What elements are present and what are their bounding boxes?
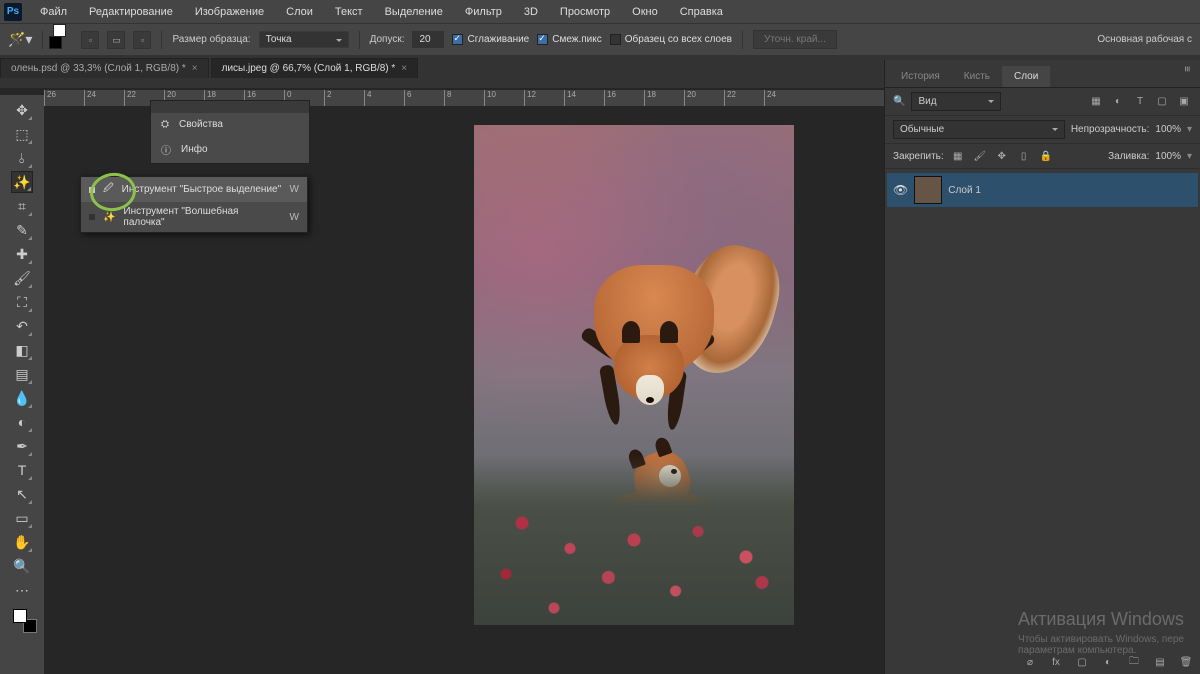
menu-window[interactable]: Окно [622,3,668,21]
healing-tool[interactable]: ✚ [11,243,33,265]
blend-mode-select[interactable]: Обычные [893,120,1065,139]
sample-size-select[interactable]: Точка [259,31,349,48]
filter-smart-icon[interactable]: ▣ [1176,94,1192,110]
close-icon[interactable]: × [192,63,198,74]
filter-pixel-icon[interactable]: ▦ [1088,94,1104,110]
eyedropper-tool[interactable]: ✎ [11,219,33,241]
document-canvas[interactable] [474,125,794,625]
lasso-tool[interactable]: ⫰ [11,147,33,169]
layer-thumbnail[interactable] [914,176,942,204]
doc-tab-1[interactable]: олень.psd @ 33,3% (Слой 1, RGB/8) *× [0,58,209,78]
doc-tab-2[interactable]: лисы.jpeg @ 66,7% (Слой 1, RGB/8) *× [211,58,419,78]
menu-3d[interactable]: 3D [514,3,548,21]
right-panels: История Кисть Слои ≡ 🔍 Вид ▦ ◐ T ▢ ▣ Обы… [884,60,1200,674]
menubar: Ps Файл Редактирование Изображение Слои … [0,0,1200,23]
adjustment-layer-icon[interactable]: ◐ [1100,654,1116,670]
lock-artboard-icon[interactable]: ▯ [1016,148,1032,164]
panel-tab-layers[interactable]: Слои [1002,66,1050,87]
stamp-tool[interactable]: ⛶ [11,291,33,313]
sample-size-label: Размер образца: [172,34,250,45]
toolbox: ✥ ⬚ ⫰ ✨ ⌗ ✎ ✚ 🖌 ⛶ ↶ ◧ ▤ 💧 ◐ ✒ T ↖ ▭ ✋ 🔍 … [0,95,44,674]
menu-file[interactable]: Файл [30,3,77,21]
menu-filter[interactable]: Фильтр [455,3,512,21]
close-icon[interactable]: × [401,63,407,74]
layer-row[interactable]: 👁 Слой 1 [887,173,1198,207]
fill-value[interactable]: 100% [1155,151,1181,162]
filter-type-icon[interactable]: T [1132,94,1148,110]
path-select-tool[interactable]: ↖ [11,483,33,505]
shape-tool[interactable]: ▭ [11,507,33,529]
marquee-tool[interactable]: ⬚ [11,123,33,145]
workspace-label[interactable]: Основная рабочая с [1097,34,1192,45]
lock-label: Закрепить: [893,151,944,162]
new-layer-icon[interactable]: ▤ [1152,654,1168,670]
option-btn-1[interactable]: ▫ [81,31,99,49]
brush-tool[interactable]: 🖌 [11,267,33,289]
dodge-tool[interactable]: ◐ [11,411,33,433]
magic-wand-tool[interactable]: ✨ [11,171,33,193]
menu-edit[interactable]: Редактирование [79,3,183,21]
options-bar: 🪄▾ ▫ ▭ ▫ Размер образца: Точка Допуск: 2… [0,23,1200,55]
blur-tool[interactable]: 💧 [11,387,33,409]
lock-pixels-icon[interactable]: 🖌 [972,148,988,164]
lock-transparency-icon[interactable]: ▦ [950,148,966,164]
crop-tool[interactable]: ⌗ [11,195,33,217]
filter-shape-icon[interactable]: ▢ [1154,94,1170,110]
history-brush-tool[interactable]: ↶ [11,315,33,337]
info-icon: ⓘ [161,142,171,157]
contiguous-checkbox[interactable]: Смеж.пикс [537,34,602,45]
magic-wand-icon: ✨ [103,212,115,223]
option-btn-2[interactable]: ▭ [107,31,125,49]
hand-tool[interactable]: ✋ [11,531,33,553]
tolerance-label: Допуск: [370,34,405,45]
move-tool[interactable]: ✥ [11,99,33,121]
properties-icon: ⛭ [161,119,169,130]
lock-all-icon[interactable]: 🔒 [1038,148,1054,164]
info-tab[interactable]: ⓘИнфо [151,136,309,163]
menu-layers[interactable]: Слои [276,3,323,21]
filter-adjust-icon[interactable]: ◐ [1110,94,1126,110]
sample-all-layers-checkbox[interactable]: Образец со всех слоев [610,34,732,45]
refine-edge-button[interactable]: Уточн. край... [753,30,837,49]
layer-group-icon[interactable]: 🗀 [1126,654,1142,670]
panel-tab-brush[interactable]: Кисть [952,66,1002,87]
menu-help[interactable]: Справка [670,3,733,21]
menu-view[interactable]: Просмотр [550,3,620,21]
visibility-icon[interactable]: 👁 [893,183,908,197]
type-tool[interactable]: T [11,459,33,481]
option-btn-3[interactable]: ▫ [133,31,151,49]
fill-label: Заливка: [1108,151,1149,162]
app-logo: Ps [4,3,22,21]
opacity-label: Непрозрачность: [1071,124,1150,135]
color-swatches[interactable] [13,609,31,627]
gradient-tool[interactable]: ▤ [11,363,33,385]
anti-alias-checkbox[interactable]: Сглаживание [452,34,529,45]
menu-select[interactable]: Выделение [375,3,453,21]
layer-mask-icon[interactable]: ▢ [1074,654,1090,670]
tool-preset-icon[interactable]: 🪄▾ [8,31,32,48]
menu-image[interactable]: Изображение [185,3,274,21]
zoom-tool[interactable]: 🔍 [11,555,33,577]
panel-tab-history[interactable]: История [889,66,952,87]
tolerance-input[interactable]: 20 [412,31,444,48]
layer-filter-select[interactable]: Вид [911,92,1001,111]
properties-tab[interactable]: ⛭Свойства [151,113,309,136]
menu-text[interactable]: Текст [325,3,373,21]
edit-toolbar[interactable]: ⋯ [11,579,33,601]
delete-layer-icon[interactable]: 🗑 [1178,654,1194,670]
properties-panel[interactable]: ⛭Свойства ⓘИнфо [150,100,310,164]
image-content [554,225,764,455]
eraser-tool[interactable]: ◧ [11,339,33,361]
opacity-value[interactable]: 100% [1155,124,1181,135]
lock-position-icon[interactable]: ✥ [994,148,1010,164]
windows-activation-watermark: Активация Windows Чтобы активировать Win… [1018,609,1184,656]
panel-menu-icon[interactable]: ≡ [1181,66,1192,72]
layer-name[interactable]: Слой 1 [948,185,981,196]
link-layers-icon[interactable]: ⌀ [1022,654,1038,670]
pen-tool[interactable]: ✒ [11,435,33,457]
layer-fx-icon[interactable]: fx [1048,654,1064,670]
